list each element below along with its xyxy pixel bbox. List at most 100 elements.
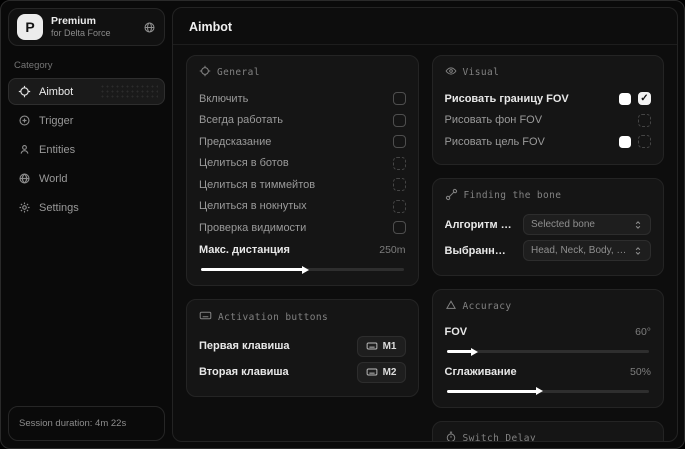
checkbox[interactable] — [638, 113, 651, 127]
switch-delay-header-label: Switch Delay — [462, 432, 536, 442]
keybind-label: Первая клавиша — [199, 340, 290, 352]
globe-icon — [18, 172, 31, 185]
accuracy-card: Accuracy FOV 60° Сглаживание 50% — [431, 288, 664, 408]
checkbox[interactable] — [392, 135, 406, 149]
slider-label: Сглаживание — [444, 365, 517, 378]
slider-fill — [446, 387, 543, 395]
bone-header-label: Finding the bone — [463, 190, 562, 201]
sidebar-item-label: World — [39, 172, 68, 185]
checkbox[interactable] — [392, 113, 406, 127]
slider-fill — [201, 265, 310, 274]
fov-slider[interactable] — [446, 347, 649, 356]
sidebar-item-label: Settings — [39, 201, 79, 214]
stopwatch-icon — [445, 431, 457, 441]
app-title: Premium — [51, 14, 96, 27]
slider-value: 50% — [629, 365, 651, 378]
keybind-row: Первая клавиша M1 — [199, 333, 406, 359]
sidebar-item-label: Trigger — [39, 114, 74, 127]
toggle-label: Целиться в тиммейтов — [199, 178, 316, 191]
switch-delay-header: Switch Delay — [445, 431, 652, 442]
checkbox[interactable] — [392, 178, 406, 192]
visual-label: Рисовать фон FOV — [444, 114, 543, 127]
checkbox[interactable] — [638, 135, 651, 149]
bone-row: Выбранные кости Head, Neck, Body, Pe... — [445, 238, 651, 264]
visual-row: Рисовать границу FOV — [445, 88, 651, 110]
checkbox[interactable] — [392, 199, 406, 213]
page-title: Aimbot — [173, 8, 677, 45]
toggle-label: Проверка видимости — [199, 221, 307, 234]
toggle-label: Всегда работать — [199, 114, 284, 127]
visual-row: Рисовать цель FOV — [444, 131, 651, 153]
toggle-label: Целиться в нокнутых — [199, 200, 307, 213]
language-icon[interactable] — [143, 21, 156, 34]
keybind-button[interactable]: M1 — [356, 335, 406, 357]
keybind-value: M2 — [382, 366, 397, 378]
left-column: General Включить Всегда работать Предска… — [186, 55, 419, 397]
slider-label-row: Макс. дистанция 250m — [199, 240, 406, 262]
sidebar-item-trigger[interactable]: Trigger — [8, 107, 165, 134]
visual-controls — [619, 92, 651, 106]
checkbox[interactable] — [638, 92, 651, 106]
session-duration: Session duration: 4m 22s — [8, 406, 165, 441]
smoothing-slider-group: Сглаживание 50% — [445, 361, 652, 395]
checkbox[interactable] — [392, 156, 406, 170]
select-value: Selected bone — [531, 219, 595, 230]
slider-thumb[interactable] — [535, 387, 543, 395]
checkbox[interactable] — [392, 221, 406, 235]
toggle-row: Проверка видимости — [199, 217, 406, 239]
bone-algorithm-select[interactable]: Selected bone — [523, 214, 651, 235]
accuracy-header: Accuracy — [445, 299, 652, 314]
activation-header-label: Activation buttons — [218, 311, 329, 323]
main-panel: Aimbot General Включить Всегда работать … — [172, 7, 678, 442]
smoothing-slider[interactable] — [446, 387, 649, 395]
visual-card: Visual Рисовать границу FOV Рисовать фон… — [431, 55, 664, 165]
sidebar-item-world[interactable]: World — [8, 165, 165, 192]
toggle-row: Включить — [199, 88, 406, 110]
bone-icon — [445, 188, 458, 204]
sidebar-item-label: Aimbot — [39, 85, 74, 98]
slider-label: FOV — [444, 326, 468, 339]
visual-label: Рисовать цель FOV — [444, 135, 545, 148]
select-value: Head, Neck, Body, Pe... — [531, 245, 628, 256]
general-card: General Включить Всегда работать Предска… — [186, 55, 419, 286]
person-icon — [18, 143, 31, 156]
toggle-row: Всегда работать — [199, 110, 406, 132]
sidebar-item-aimbot[interactable]: Aimbot — [8, 78, 165, 105]
keybind-button[interactable]: M2 — [356, 361, 406, 383]
sidebar: P Premium for Delta Force Category Aimbo… — [1, 1, 172, 448]
eye-icon — [445, 65, 457, 80]
checkbox[interactable] — [392, 92, 406, 106]
bone-card: Finding the bone Алгоритм поиска кости S… — [431, 177, 664, 276]
accuracy-header-label: Accuracy — [462, 300, 512, 312]
crosshair-icon — [199, 65, 211, 80]
keybind-value: M1 — [382, 340, 397, 352]
toggle-row: Предсказание — [199, 131, 406, 153]
toggle-label: Предсказание — [199, 135, 272, 148]
slider-value: 60° — [635, 326, 651, 339]
slider-label-row: Сглаживание 50% — [445, 361, 652, 383]
selected-bones-select[interactable]: Head, Neck, Body, Pe... — [523, 240, 651, 261]
slider-thumb[interactable] — [470, 347, 478, 356]
app-window: P Premium for Delta Force Category Aimbo… — [0, 0, 685, 449]
toggle-row: Целиться в нокнутых — [199, 196, 406, 218]
distance-slider[interactable] — [201, 265, 404, 274]
toggle-label: Включить — [199, 92, 249, 105]
angle-icon — [445, 299, 457, 314]
sidebar-item-entities[interactable]: Entities — [8, 136, 165, 163]
trigger-icon — [18, 114, 31, 127]
toggle-row: Целиться в ботов — [199, 153, 406, 175]
keyboard-icon — [199, 309, 212, 325]
app-logo: P — [17, 14, 43, 40]
gear-icon — [18, 201, 31, 214]
general-header: General — [199, 65, 406, 80]
switch-delay-card: Switch Delay Задержка переключения Задер… — [431, 420, 664, 442]
color-swatch[interactable] — [619, 92, 631, 105]
keyboard-icon — [366, 368, 377, 376]
toggle-row: Целиться в тиммейтов — [199, 174, 406, 196]
sidebar-item-settings[interactable]: Settings — [8, 194, 165, 221]
chevrons-up-down-icon — [635, 220, 641, 229]
content-grid: General Включить Всегда работать Предска… — [173, 45, 677, 441]
color-swatch[interactable] — [619, 135, 631, 148]
chevrons-up-down-icon — [635, 246, 641, 255]
slider-thumb[interactable] — [302, 265, 310, 274]
